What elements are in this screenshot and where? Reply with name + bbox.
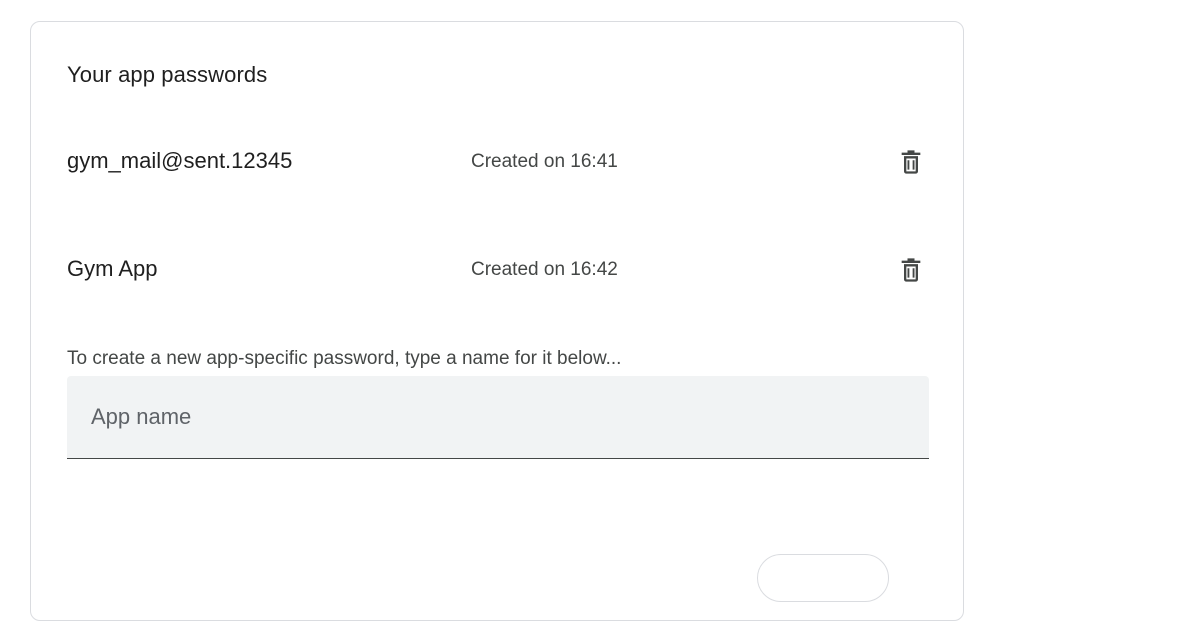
app-name-field[interactable] <box>67 376 929 459</box>
password-name: gym_mail@sent.12345 <box>67 148 293 173</box>
app-name-input[interactable] <box>67 376 929 458</box>
delete-password-button[interactable] <box>891 250 931 290</box>
create-password-hint: To create a new app-specific password, t… <box>67 348 622 369</box>
password-name: Gym App <box>67 256 158 281</box>
trash-icon <box>901 258 921 282</box>
password-created-date: Created on 16:42 <box>471 259 618 280</box>
create-button[interactable] <box>757 554 889 602</box>
password-row: gym_mail@sent.12345 Created on 16:41 <box>67 142 931 182</box>
password-created-date: Created on 16:41 <box>471 151 618 172</box>
card-title: Your app passwords <box>67 62 268 87</box>
password-row: Gym App Created on 16:42 <box>67 250 931 290</box>
trash-icon <box>901 150 921 174</box>
app-passwords-card: Your app passwords gym_mail@sent.12345 C… <box>30 21 964 621</box>
delete-password-button[interactable] <box>891 142 931 182</box>
